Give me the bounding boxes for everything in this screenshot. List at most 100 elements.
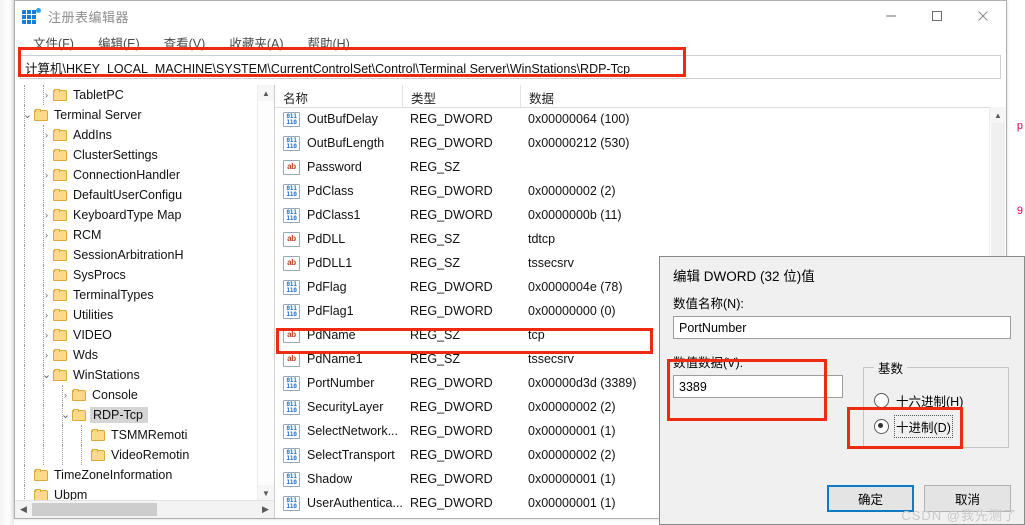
tree-item-label: ConnectionHandler xyxy=(73,168,181,182)
chevron-down-icon[interactable]: ⌄ xyxy=(59,405,72,425)
tree-item-winstations[interactable]: ⌄ WinStations xyxy=(15,365,274,385)
value-type-cell: REG_SZ xyxy=(410,256,461,270)
value-name-input[interactable]: PortNumber xyxy=(673,316,1011,339)
menu-item-view[interactable]: 查看(V) xyxy=(154,31,216,54)
tree-item-clustersettings[interactable]: ClusterSettings xyxy=(15,145,274,165)
close-icon[interactable] xyxy=(960,1,1006,31)
menu-item-favorites[interactable]: 收藏夹(A) xyxy=(219,31,293,54)
tree-item-tsmmremoti[interactable]: TSMMRemoti xyxy=(15,425,274,445)
column-header-type[interactable]: 类型 xyxy=(403,85,521,107)
tree-item-keyboardtype-map[interactable]: › KeyboardType Map xyxy=(15,205,274,225)
registry-tree: › TabletPC ⌄ Terminal Server › AddIns ClusterS… xyxy=(15,85,274,501)
registry-tree-pane: › TabletPC ⌄ Terminal Server › AddIns ClusterS… xyxy=(15,85,275,518)
tree-guide-line xyxy=(43,85,44,105)
tree-guide-line xyxy=(43,385,44,405)
tree-twist-empty xyxy=(40,145,53,165)
chevron-right-icon[interactable]: › xyxy=(40,285,53,305)
chevron-right-icon[interactable]: › xyxy=(40,305,53,325)
tree-item-sessionarbitrationh[interactable]: SessionArbitrationH xyxy=(15,245,274,265)
tree-guide-line xyxy=(24,185,25,205)
tree-guide-line xyxy=(24,85,25,105)
tree-item-terminal-server[interactable]: ⌄ Terminal Server xyxy=(15,105,274,125)
folder-icon xyxy=(34,108,49,122)
tree-item-addins[interactable]: › AddIns xyxy=(15,125,274,145)
tree-scroll-right-icon[interactable]: ▶ xyxy=(257,504,274,515)
tree-scroll-up-icon[interactable]: ▲ xyxy=(258,85,274,101)
tree-item-rcm[interactable]: › RCM xyxy=(15,225,274,245)
tree-hscroll-thumb[interactable] xyxy=(32,503,157,516)
tree-item-video[interactable]: › VIDEO xyxy=(15,325,274,345)
table-row[interactable]: ab PdDLL REG_SZ tdtcp xyxy=(275,227,990,251)
values-scroll-up-icon[interactable]: ▲ xyxy=(990,107,1006,123)
table-row[interactable]: 011 110 PdClass REG_DWORD 0x00000002 (2) xyxy=(275,179,990,203)
value-data-cell: tdtcp xyxy=(528,232,556,246)
menu-item-file[interactable]: 文件(F) xyxy=(23,31,84,54)
dialog-body: 数值名称(N): PortNumber 数值数据(V): 3389 基数 十六进… xyxy=(660,293,1024,512)
value-type-cell: REG_SZ xyxy=(410,328,461,342)
value-name-cell: PdDLL1 xyxy=(307,256,353,270)
folder-icon xyxy=(53,148,68,162)
title-bar: 注册表编辑器 xyxy=(15,1,1006,31)
value-data-cell: 0x00000064 (100) xyxy=(528,112,630,126)
table-row[interactable]: 011 110 OutBufDelay REG_DWORD 0x00000064 (10… xyxy=(275,107,990,131)
menu-item-help[interactable]: 帮助(H) xyxy=(297,31,359,54)
dword-icon: 011 110 xyxy=(283,111,300,127)
address-input[interactable]: 计算机\HKEY_LOCAL_MACHINE\SYSTEM\CurrentCon… xyxy=(20,55,1001,79)
chevron-right-icon[interactable]: › xyxy=(40,325,53,345)
tree-vertical-scrollbar[interactable]: ▲ ▼ xyxy=(257,85,274,501)
radio-decimal-icon[interactable] xyxy=(874,418,889,434)
chevron-right-icon[interactable]: › xyxy=(40,205,53,225)
radio-hexadecimal-icon[interactable] xyxy=(874,392,889,408)
value-data-input[interactable]: 3389 xyxy=(673,375,843,398)
radio-hexadecimal-label: 十六进制(H) xyxy=(896,394,964,409)
chevron-right-icon[interactable]: › xyxy=(40,225,53,245)
tree-item-terminaltypes[interactable]: › TerminalTypes xyxy=(15,285,274,305)
tree-twist-empty xyxy=(21,485,34,501)
tree-item-console[interactable]: › Console xyxy=(15,385,274,405)
chevron-down-icon[interactable]: ⌄ xyxy=(40,365,53,385)
tree-item-ubpm[interactable]: Ubpm xyxy=(15,485,274,501)
tree-guide-line xyxy=(24,205,25,225)
minimize-icon[interactable] xyxy=(868,1,914,31)
tree-horizontal-scrollbar[interactable]: ◀ ▶ xyxy=(15,500,274,518)
tree-item-wds[interactable]: › Wds xyxy=(15,345,274,365)
tree-item-utilities[interactable]: › Utilities xyxy=(15,305,274,325)
column-header-data[interactable]: 数据 xyxy=(521,85,1006,107)
chevron-right-icon[interactable]: › xyxy=(40,345,53,365)
values-vscroll-thumb[interactable] xyxy=(991,123,1005,273)
tree-item-videoremotin[interactable]: VideoRemotin xyxy=(15,445,274,465)
tree-item-sysprocs[interactable]: SysProcs xyxy=(15,265,274,285)
menu-item-edit[interactable]: 编辑(E) xyxy=(88,31,150,54)
tree-twist-empty xyxy=(40,185,53,205)
chevron-right-icon[interactable]: › xyxy=(40,165,53,185)
maximize-icon[interactable] xyxy=(914,1,960,31)
tree-item-label: Terminal Server xyxy=(54,108,142,122)
tree-item-timezoneinformation[interactable]: TimeZoneInformation xyxy=(15,465,274,485)
tree-guide-line xyxy=(24,325,25,345)
table-row[interactable]: ab Password REG_SZ xyxy=(275,155,990,179)
chevron-right-icon[interactable]: › xyxy=(40,125,53,145)
tree-scroll-left-icon[interactable]: ◀ xyxy=(15,504,32,515)
chevron-right-icon[interactable]: › xyxy=(40,85,53,105)
tree-guide-line xyxy=(24,165,25,185)
table-row[interactable]: 011 110 OutBufLength REG_DWORD 0x00000212 (5… xyxy=(275,131,990,155)
tree-item-connectionhandler[interactable]: › ConnectionHandler xyxy=(15,165,274,185)
radio-decimal[interactable]: 十进制(D) xyxy=(874,413,998,439)
table-row[interactable]: 011 110 PdClass1 REG_DWORD 0x0000000b (11) xyxy=(275,203,990,227)
chevron-right-icon[interactable]: › xyxy=(59,385,72,405)
tree-guide-line xyxy=(43,405,44,425)
value-name-cell: Password xyxy=(307,160,362,174)
dword-icon: 011 110 xyxy=(283,447,300,463)
chevron-down-icon[interactable]: ⌄ xyxy=(21,105,34,125)
tree-scroll-down-icon[interactable]: ▼ xyxy=(258,485,274,501)
registry-editor-icon xyxy=(22,7,41,25)
column-header-name[interactable]: 名称 xyxy=(275,85,403,107)
tree-guide-line xyxy=(24,145,25,165)
value-type-cell: REG_DWORD xyxy=(410,136,493,150)
tree-item-tabletpc[interactable]: › TabletPC xyxy=(15,85,274,105)
string-icon: ab xyxy=(283,255,300,271)
tree-item-defaultuserconfigu[interactable]: DefaultUserConfigu xyxy=(15,185,274,205)
radio-hexadecimal[interactable]: 十六进制(H) xyxy=(874,387,998,413)
tree-item-rdp-tcp[interactable]: ⌄ RDP-Tcp xyxy=(15,405,274,425)
tree-item-label: SysProcs xyxy=(73,268,126,282)
